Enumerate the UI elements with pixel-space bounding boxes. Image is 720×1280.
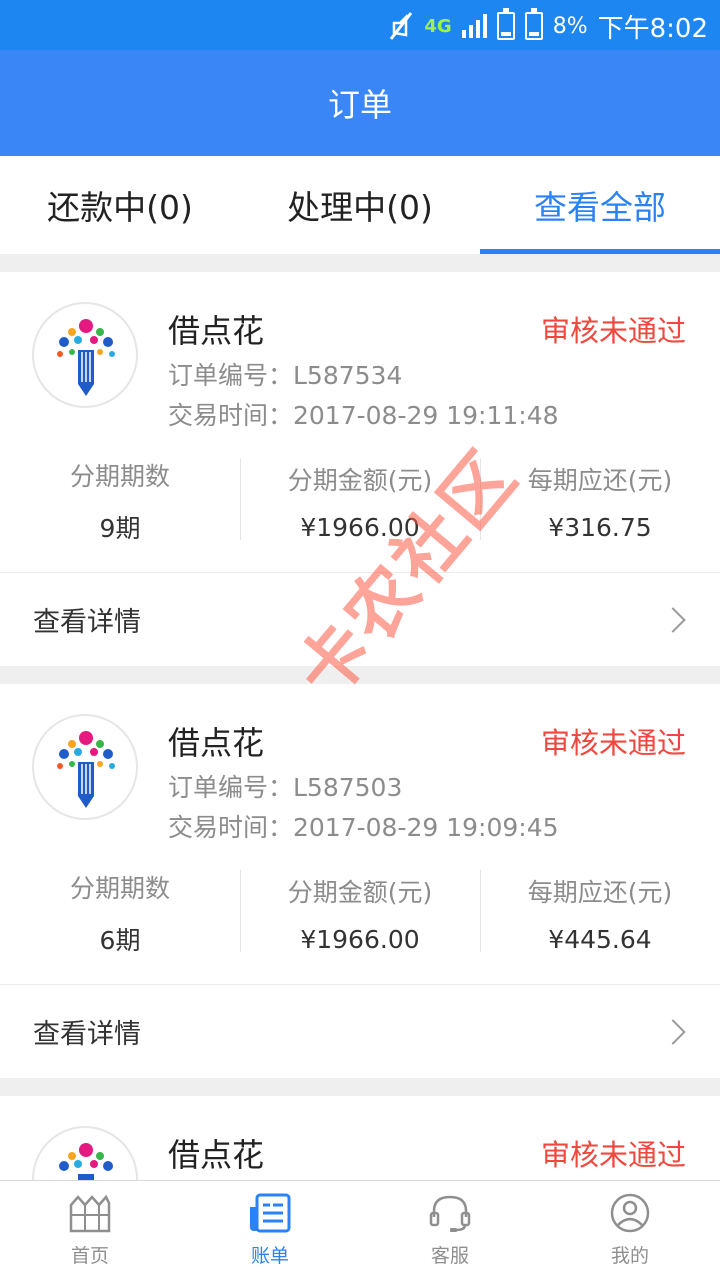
nav-label: 我的 xyxy=(610,1245,649,1267)
chevron-right-icon xyxy=(660,1018,686,1045)
signal-icon xyxy=(461,14,487,38)
transaction-time: 交易时间：2017-08-29 19:09:45 xyxy=(168,813,559,842)
stat-amount: 分期金额(元) ¥1966.00 xyxy=(240,450,480,572)
stat-installments: 分期期数 9期 xyxy=(0,450,240,572)
merchant-logo xyxy=(32,1126,138,1180)
stat-label: 分期金额(元) xyxy=(287,877,433,907)
stat-value: 6期 xyxy=(99,926,141,955)
tab-processing[interactable]: 处理中(0) xyxy=(240,156,480,254)
stat-amount: 分期金额(元) ¥1966.00 xyxy=(240,862,480,984)
status-badge: 审核未通过 xyxy=(540,314,686,348)
stat-label: 分期期数 xyxy=(69,874,170,903)
stat-label: 分期期数 xyxy=(69,462,170,491)
clock: 下午8:02 xyxy=(597,13,708,44)
stat-label: 每期应还(元) xyxy=(527,465,673,495)
order-card: 借点花 审核未通过 订单编号：L587534 交易时间：2017-08-29 1… xyxy=(0,272,720,666)
order-card: 借点花 审核未通过 xyxy=(0,1096,720,1180)
stat-label: 每期应还(元) xyxy=(527,877,673,907)
merchant-name: 借点花 xyxy=(168,312,265,350)
status-badge: 审核未通过 xyxy=(540,1138,686,1172)
order-number: 订单编号：L587534 xyxy=(168,361,403,390)
pencil-flower-icon xyxy=(59,1143,113,1180)
order-card: 借点花 审核未通过 订单编号：L587503 交易时间：2017-08-29 1… xyxy=(0,684,720,1078)
tab-repaying[interactable]: 还款中(0) xyxy=(0,156,240,254)
view-details-label: 查看详情 xyxy=(33,1019,141,1050)
app-bar: 订单 xyxy=(0,50,720,156)
order-stats: 分期期数 9期 分期金额(元) ¥1966.00 每期应还(元) ¥316.75 xyxy=(0,450,720,572)
merchant-logo xyxy=(32,714,138,820)
stat-per-period: 每期应还(元) ¥445.64 xyxy=(480,862,720,984)
stat-value: 9期 xyxy=(99,514,141,543)
view-details-row[interactable]: 查看详情 xyxy=(0,984,720,1078)
merchant-name: 借点花 xyxy=(168,724,265,762)
battery-percent: 8% xyxy=(552,13,588,39)
merchant-name: 借点花 xyxy=(168,1136,265,1174)
view-details-row[interactable]: 查看详情 xyxy=(0,572,720,666)
nav-bill[interactable]: 账单 xyxy=(180,1181,360,1280)
network-type: 4G xyxy=(424,15,452,37)
stat-installments: 分期期数 6期 xyxy=(0,862,240,984)
battery-icon xyxy=(524,8,543,40)
home-icon xyxy=(69,1194,111,1233)
order-stats: 分期期数 6期 分期金额(元) ¥1966.00 每期应还(元) ¥445.64 xyxy=(0,862,720,984)
nav-label: 账单 xyxy=(250,1245,289,1267)
order-tabs: 还款中(0) 处理中(0) 查看全部 xyxy=(0,156,720,254)
chevron-right-icon xyxy=(660,606,686,633)
view-details-label: 查看详情 xyxy=(33,607,141,638)
status-bar: 4G 8% 下午8:02 xyxy=(0,0,720,50)
stat-value: ¥445.64 xyxy=(548,924,652,954)
user-icon xyxy=(610,1193,650,1233)
status-bar-right: 4G 8% 下午8:02 xyxy=(388,6,708,46)
stat-value: ¥316.75 xyxy=(548,512,652,542)
stat-value: ¥1966.00 xyxy=(300,512,420,542)
status-badge: 审核未通过 xyxy=(540,726,686,760)
pencil-flower-icon xyxy=(57,319,115,396)
stat-label: 分期金额(元) xyxy=(287,465,433,495)
nav-label: 客服 xyxy=(430,1245,469,1267)
nav-home[interactable]: 首页 xyxy=(0,1181,180,1280)
transaction-time: 交易时间：2017-08-29 19:11:48 xyxy=(168,401,559,430)
stat-per-period: 每期应还(元) ¥316.75 xyxy=(480,450,720,572)
page-title: 订单 xyxy=(327,86,392,124)
bottom-nav: 首页 账单 客服 我的 xyxy=(0,1180,720,1280)
stat-value: ¥1966.00 xyxy=(300,924,420,954)
merchant-logo xyxy=(32,302,138,408)
mute-icon xyxy=(390,12,413,40)
bill-icon xyxy=(250,1193,291,1233)
nav-mine[interactable]: 我的 xyxy=(540,1181,720,1280)
nav-label: 首页 xyxy=(70,1245,109,1267)
order-list: 借点花 审核未通过 订单编号：L587534 交易时间：2017-08-29 1… xyxy=(0,254,720,1180)
order-number: 订单编号：L587503 xyxy=(168,773,403,802)
tab-view-all[interactable]: 查看全部 xyxy=(480,156,720,254)
headset-icon xyxy=(429,1195,471,1232)
nav-support[interactable]: 客服 xyxy=(360,1181,540,1280)
pencil-flower-icon xyxy=(57,731,115,808)
sim-icon xyxy=(496,8,515,40)
